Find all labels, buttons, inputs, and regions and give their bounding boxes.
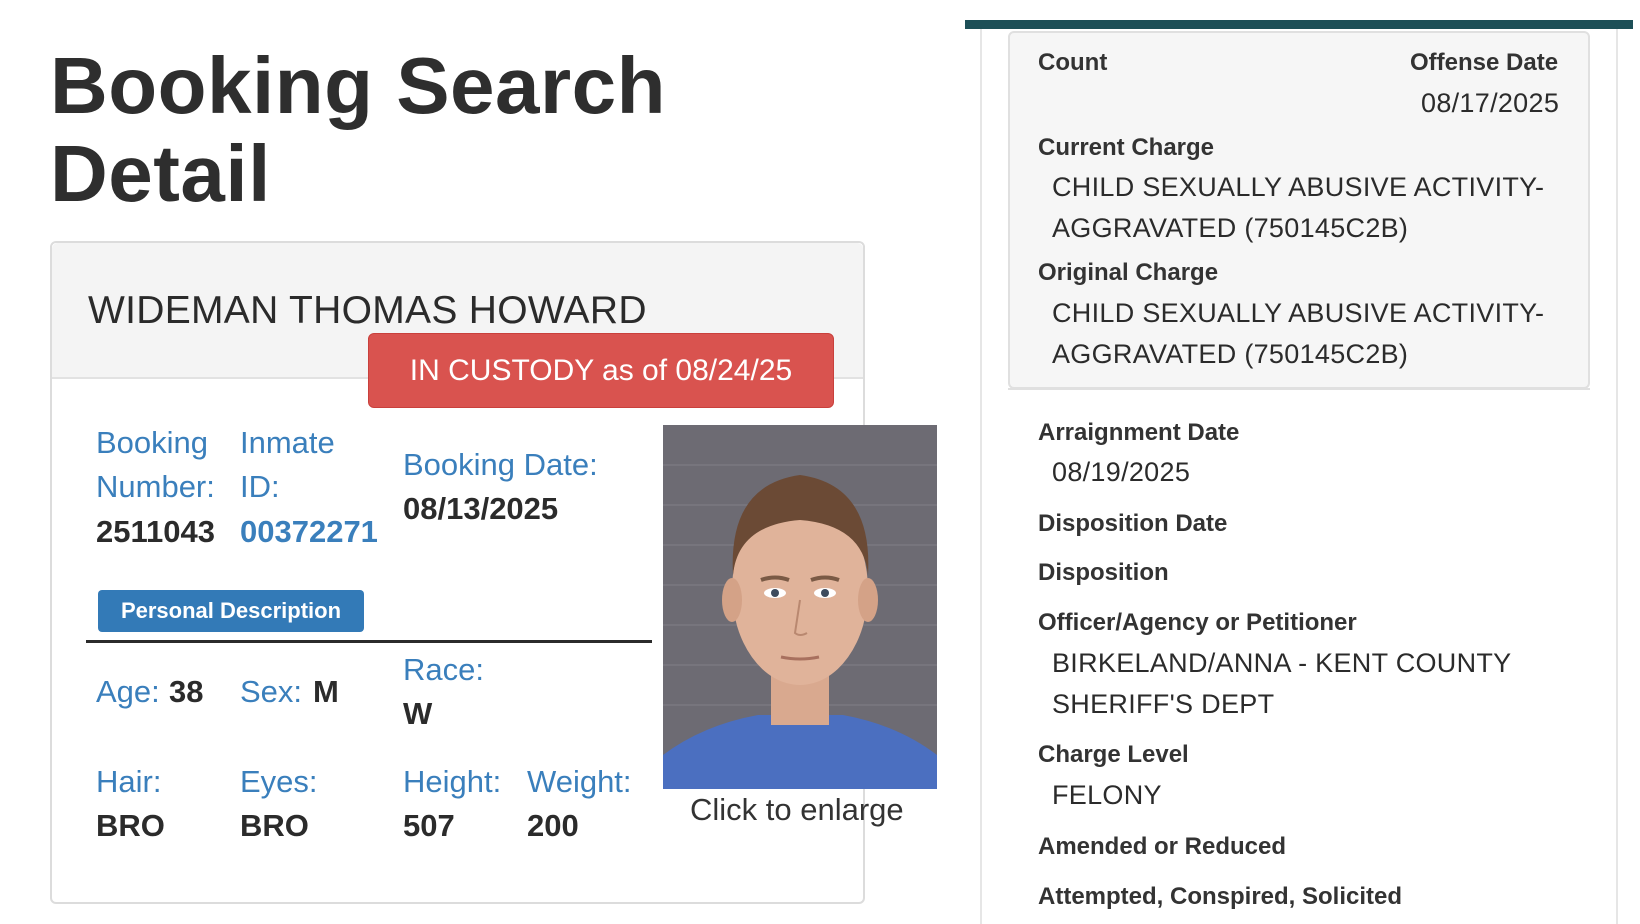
race-value: W <box>403 696 433 731</box>
current-charge-line-2: AGGRAVATED (750145C2B) <box>1052 213 1409 243</box>
mugshot-illustration <box>663 425 937 789</box>
sex-label: Sex: <box>240 674 303 709</box>
age-label: Age: <box>96 674 160 709</box>
hair-label: Hair: <box>96 764 162 799</box>
inmate-id-label-line-2: ID: <box>240 469 280 504</box>
eyes-value: BRO <box>240 808 309 843</box>
inmate-id-link[interactable]: 00372271 <box>240 510 378 554</box>
original-charge-label: Original Charge <box>1038 259 1219 286</box>
officer-agency-label: Officer/Agency or Petitioner <box>1038 609 1357 636</box>
charge-level: FELONY <box>1052 780 1162 810</box>
header-bar <box>965 20 1633 29</box>
original-charge-line-1: CHILD SEXUALLY ABUSIVE ACTIVITY- <box>1052 298 1545 328</box>
attempted-conspired-label: Attempted, Conspired, Solicited <box>1038 883 1403 910</box>
booking-number-label-line-2: Number: <box>96 469 215 504</box>
inmate-name: WIDEMAN THOMAS HOWARD <box>88 289 647 332</box>
custody-status-badge: IN CUSTODY as of 08/24/25 <box>368 333 834 408</box>
current-charge-label: Current Charge <box>1038 134 1215 161</box>
weight-value: 200 <box>527 808 579 843</box>
height-label: Height: <box>403 764 502 799</box>
divider <box>86 640 652 643</box>
weight-label: Weight: <box>527 764 632 799</box>
sex-value: M <box>313 674 339 709</box>
charge-divider <box>1008 388 1590 390</box>
eyes-label: Eyes: <box>240 764 318 799</box>
disposition-date-label: Disposition Date <box>1038 510 1228 537</box>
race-label: Race: <box>403 652 484 687</box>
height-value: 507 <box>403 808 455 843</box>
booking-number: 2511043 <box>96 514 215 549</box>
tab-personal-description[interactable]: Personal Description <box>98 590 364 632</box>
offense-date-label: Offense Date <box>1410 49 1559 76</box>
amended-reduced-label: Amended or Reduced <box>1038 833 1287 860</box>
count-label: Count <box>1038 49 1108 76</box>
disposition-label: Disposition <box>1038 559 1169 586</box>
mugshot-photo[interactable] <box>663 425 937 789</box>
inmate-id-label-line-1: Inmate <box>240 425 335 460</box>
page-title-line-1: Booking Search <box>50 41 667 130</box>
current-charge-line-1: CHILD SEXUALLY ABUSIVE ACTIVITY- <box>1052 172 1545 202</box>
officer-agency-line-1: BIRKELAND/ANNA - KENT COUNTY <box>1052 648 1512 678</box>
page-title-line-2: Detail <box>50 129 271 218</box>
hair-value: BRO <box>96 808 165 843</box>
offense-date: 08/17/2025 <box>1421 88 1560 118</box>
arraignment-date: 08/19/2025 <box>1052 457 1191 487</box>
photo-enlarge-link[interactable]: Click to enlarge <box>690 792 904 828</box>
officer-agency-line-2: SHERIFF'S DEPT <box>1052 689 1275 719</box>
original-charge-line-2: AGGRAVATED (750145C2B) <box>1052 339 1409 369</box>
arraignment-date-label: Arraignment Date <box>1038 419 1240 446</box>
booking-date: 08/13/2025 <box>403 491 559 526</box>
page-title: Booking Search Detail <box>50 42 750 218</box>
booking-number-label-line-1: Booking <box>96 425 209 460</box>
booking-date-label: Booking Date: <box>403 447 598 482</box>
charge-level-label: Charge Level <box>1038 741 1189 768</box>
age-value: 38 <box>169 674 204 709</box>
